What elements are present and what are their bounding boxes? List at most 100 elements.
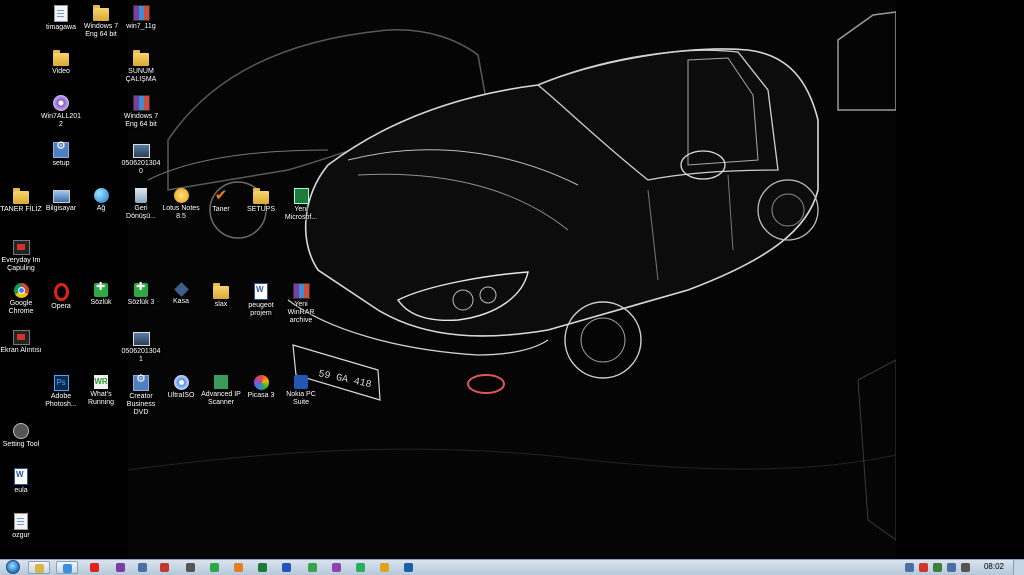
desktop-icon-label: timagawa <box>46 24 76 31</box>
show-desktop-button[interactable] <box>1013 560 1024 575</box>
volume-icon[interactable] <box>961 563 970 572</box>
desktop-icon-label: SETUPS <box>246 206 275 213</box>
wallpaper-car-image: 59 GA 418 <box>128 0 896 559</box>
desktop-icon[interactable]: setup <box>40 142 82 168</box>
taskbar-button[interactable] <box>374 561 396 574</box>
desktop-icon-label: Windows 7 Eng 64 bit <box>123 113 159 128</box>
taskbar-button[interactable] <box>56 561 78 574</box>
desktop-icon[interactable]: timagawa <box>40 5 82 32</box>
desktop-icon[interactable]: 05062013041 <box>120 330 162 364</box>
nokia-pc-suite-icon <box>294 375 308 389</box>
excel-file-icon <box>293 188 309 204</box>
desktop-icon[interactable]: Win7ALL2012 <box>40 95 82 129</box>
desktop-icon[interactable]: Ağ <box>80 188 122 213</box>
desktop-icon[interactable]: Windows 7 Eng 64 bit <box>120 95 162 129</box>
desktop-icon-label: Taner <box>212 206 230 213</box>
desktop-icon[interactable]: Creator Business DVD <box>120 375 162 417</box>
whats-running-icon: WR <box>94 375 108 389</box>
security-icon[interactable] <box>933 563 942 572</box>
start-button[interactable] <box>2 560 24 575</box>
desktop-icon-label: What's Running <box>87 391 115 406</box>
desktop-icon[interactable]: win7_11g <box>120 5 162 31</box>
ultraiso-icon <box>173 375 189 390</box>
desktop-icon[interactable]: Ekran Alıntısı <box>0 330 42 355</box>
clock[interactable]: 08:02 <box>984 562 1004 571</box>
image-file-icon <box>132 332 150 346</box>
desktop-icon[interactable]: eula <box>0 468 42 495</box>
desktop-icon[interactable]: Bilgisayar <box>40 188 82 213</box>
desktop-icon[interactable]: Everyday Im Çapuling <box>0 240 42 273</box>
desktop-icon[interactable]: Google Chrome <box>0 283 42 316</box>
flag-icon[interactable] <box>919 563 928 572</box>
desktop-icon[interactable]: UltraISO <box>160 375 202 400</box>
desktop-icon[interactable]: Geri Dönüşü... <box>120 188 162 221</box>
desktop-icon[interactable]: peugeot projem <box>240 283 282 318</box>
taskbar-button[interactable] <box>84 561 106 574</box>
desktop-icon[interactable]: Nokia PC Suite <box>280 375 322 407</box>
folder-icon <box>133 50 149 66</box>
disc-image-icon <box>53 95 69 111</box>
desktop-icon-label: Everyday Im Çapuling <box>1 257 41 272</box>
window-icon <box>138 563 147 572</box>
desktop-icon-label: peugeot projem <box>248 302 274 317</box>
taskbar-button[interactable] <box>350 561 372 574</box>
desktop-icon[interactable]: Ps Adobe Photosh... <box>40 375 82 409</box>
winrar-icon <box>116 563 125 572</box>
desktop-icon-label: Kasa <box>173 298 189 305</box>
desktop-icon[interactable]: Sözlük <box>80 283 122 307</box>
network-icon[interactable] <box>947 563 956 572</box>
desktop-icon[interactable]: Sözlük 3 <box>120 283 162 307</box>
desktop-icon-label: Creator Business DVD <box>126 393 156 416</box>
desktop-icon[interactable]: Yeni WinRAR archive <box>280 283 322 325</box>
taskbar-button[interactable] <box>326 561 348 574</box>
taskbar-button[interactable] <box>132 561 154 574</box>
desktop-icon[interactable]: Advanced IP Scanner <box>200 375 242 407</box>
desktop-icon-label: Win7ALL2012 <box>40 113 82 128</box>
desktop-icon[interactable]: Setting Tool <box>0 423 42 449</box>
desktop-icon[interactable]: ozgur <box>0 513 42 540</box>
desktop-icon[interactable]: 05062013040 <box>120 142 162 176</box>
taskbar-button[interactable] <box>28 561 50 574</box>
desktop-icon[interactable]: WR What's Running <box>80 375 122 407</box>
checkmark-icon: ✔ <box>214 187 228 204</box>
desktop-icon[interactable]: Opera <box>40 283 82 311</box>
excel-icon <box>308 563 317 572</box>
taskbar-button[interactable] <box>252 561 274 574</box>
taskbar-button[interactable] <box>180 561 202 574</box>
desktop[interactable]: 59 GA 418 timagawa Windows 7 Eng 64 bit wi… <box>0 0 1024 559</box>
taskbar-button[interactable] <box>302 561 324 574</box>
snipping-tool-icon <box>12 330 30 345</box>
taskbar-button[interactable] <box>110 561 132 574</box>
desktop-icon-label: win7_11g <box>126 23 156 30</box>
desktop-icon[interactable]: TANER FİLİZ <box>0 188 42 214</box>
desktop-icon[interactable]: Video <box>40 50 82 76</box>
recycle-bin-icon <box>135 188 147 203</box>
app-icon <box>186 563 195 572</box>
firefox-icon <box>234 563 243 572</box>
desktop-icon[interactable]: SUNUM ÇALIŞMA <box>120 50 162 84</box>
desktop-icon[interactable]: Yeni Microsof... <box>280 188 322 222</box>
winrar-archive-icon <box>132 95 150 111</box>
ip-scanner-icon <box>214 375 228 389</box>
desktop-icon[interactable]: ✔ Taner <box>200 188 242 214</box>
desktop-icon-label: Windows 7 Eng 64 bit <box>83 23 119 38</box>
desktop-icon[interactable]: Lotus Notes 8.5 <box>160 188 202 221</box>
desktop-icon[interactable]: Windows 7 Eng 64 bit <box>80 5 122 39</box>
taskbar-button[interactable] <box>228 561 250 574</box>
desktop-icon-label: 05062013040 <box>121 160 161 175</box>
desktop-icon[interactable]: slax <box>200 283 242 309</box>
winrar-archive-icon <box>132 5 150 21</box>
desktop-icon[interactable]: Kasa <box>160 282 202 306</box>
desktop-icon[interactable]: Picasa 3 <box>240 375 282 400</box>
taskbar: 08:02 <box>0 559 1024 575</box>
folder-icon <box>213 283 229 299</box>
taskbar-button[interactable] <box>204 561 226 574</box>
arrow-up-icon[interactable] <box>905 563 914 572</box>
taskbar-button[interactable] <box>276 561 298 574</box>
taskbar-button[interactable] <box>398 561 420 574</box>
desktop-icon-label: Lotus Notes 8.5 <box>162 205 200 220</box>
desktop-icon[interactable]: SETUPS <box>240 188 282 214</box>
desktop-icon-label: ozgur <box>12 532 30 539</box>
dictionary-icon <box>94 283 108 297</box>
taskbar-button[interactable] <box>154 561 176 574</box>
